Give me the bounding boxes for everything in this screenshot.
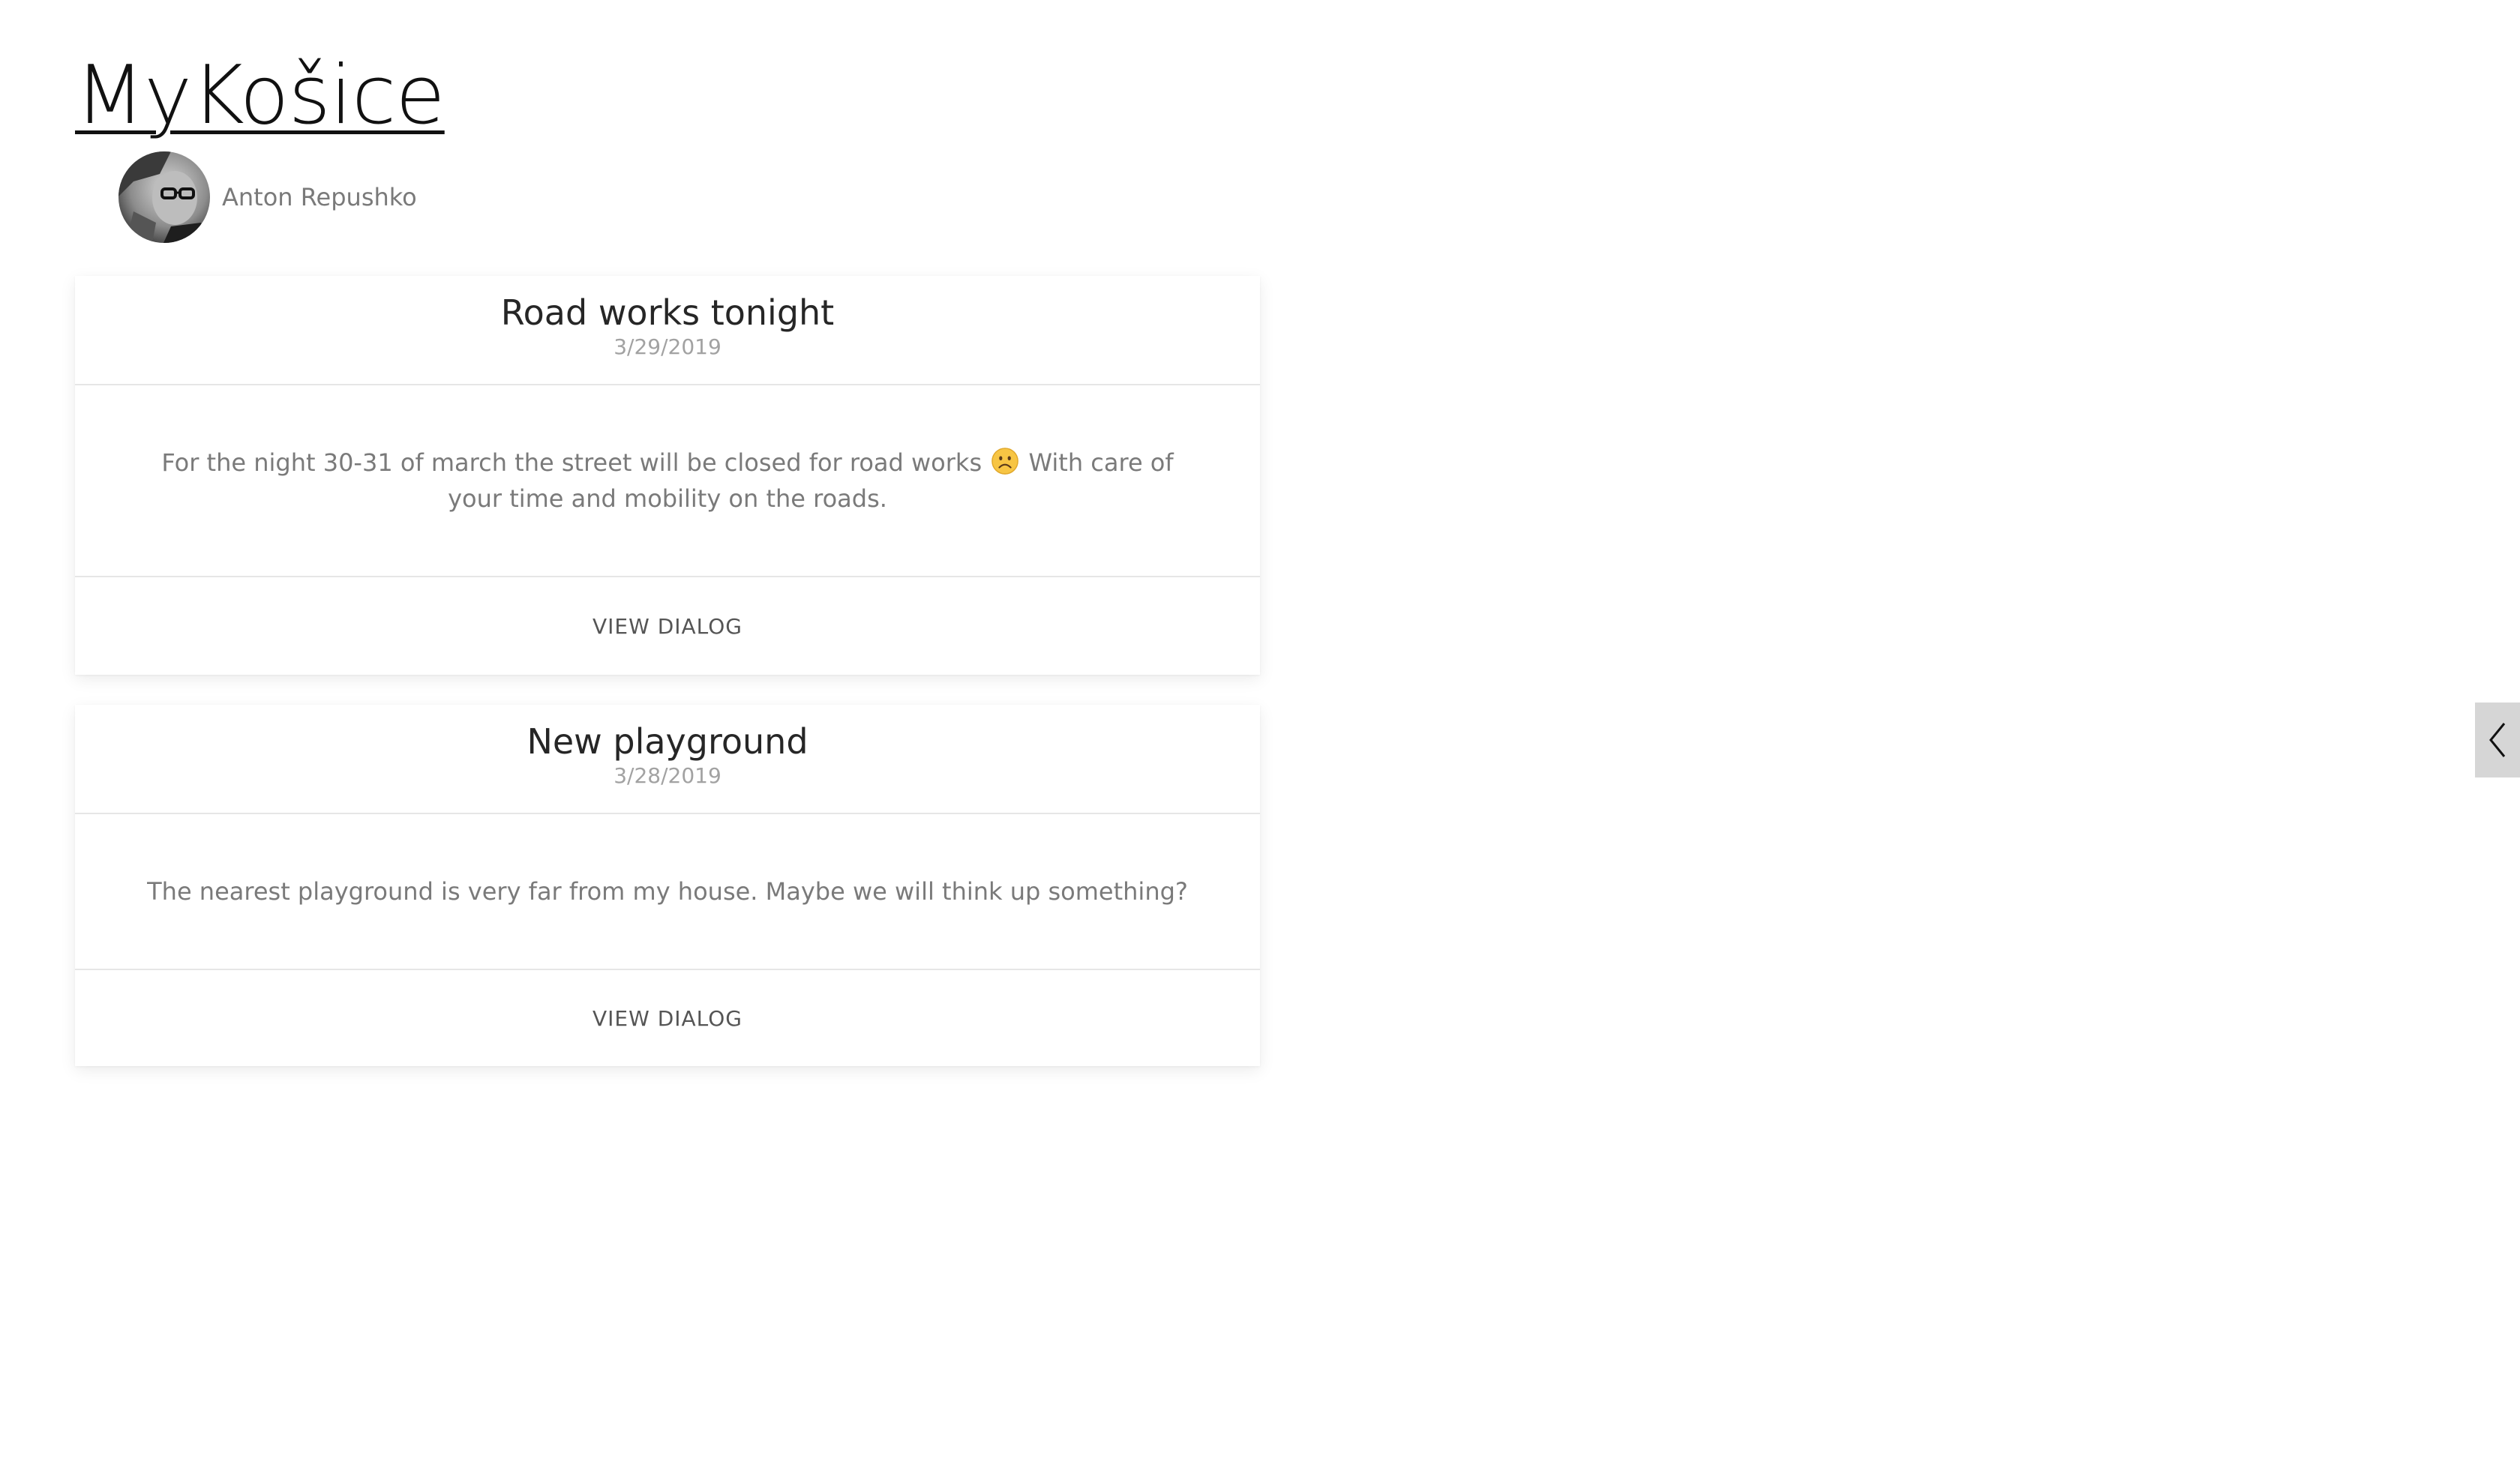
post-text: The nearest playground is very far from … — [147, 877, 1188, 906]
sidebar-toggle-button[interactable] — [2475, 703, 2520, 777]
site-title-link[interactable]: MyKošice — [75, 46, 446, 145]
post-footer: VIEW DIALOG — [75, 577, 1260, 675]
post-title: New playground — [526, 721, 808, 762]
post-body: The nearest playground is very far from … — [75, 814, 1260, 970]
author-info: Anton Repushko — [118, 151, 417, 243]
page: MyKošice Anton Repushko Road works tonig… — [0, 0, 2520, 1480]
view-dialog-button[interactable]: VIEW DIALOG — [592, 614, 742, 639]
post-card: New playground 3/28/2019 The nearest pla… — [75, 705, 1260, 1066]
post-date: 3/29/2019 — [614, 334, 722, 359]
post-text-part: For the night 30-31 of march the street … — [161, 448, 982, 477]
avatar-photo — [118, 151, 210, 243]
author-name: Anton Repushko — [222, 183, 417, 211]
avatar — [118, 151, 210, 243]
post-date: 3/28/2019 — [614, 763, 722, 788]
frowning-face-icon — [992, 448, 1019, 475]
post-card: Road works tonight 3/29/2019 For the nig… — [75, 276, 1260, 675]
post-body: For the night 30-31 of march the street … — [75, 385, 1260, 577]
post-header: Road works tonight 3/29/2019 — [75, 276, 1260, 385]
post-title: Road works tonight — [500, 292, 835, 333]
post-header: New playground 3/28/2019 — [75, 705, 1260, 814]
post-footer: VIEW DIALOG — [75, 970, 1260, 1066]
post-text: For the night 30-31 of march the street … — [142, 445, 1192, 517]
chevron-left-icon — [2489, 723, 2506, 757]
view-dialog-button[interactable]: VIEW DIALOG — [592, 1006, 742, 1031]
